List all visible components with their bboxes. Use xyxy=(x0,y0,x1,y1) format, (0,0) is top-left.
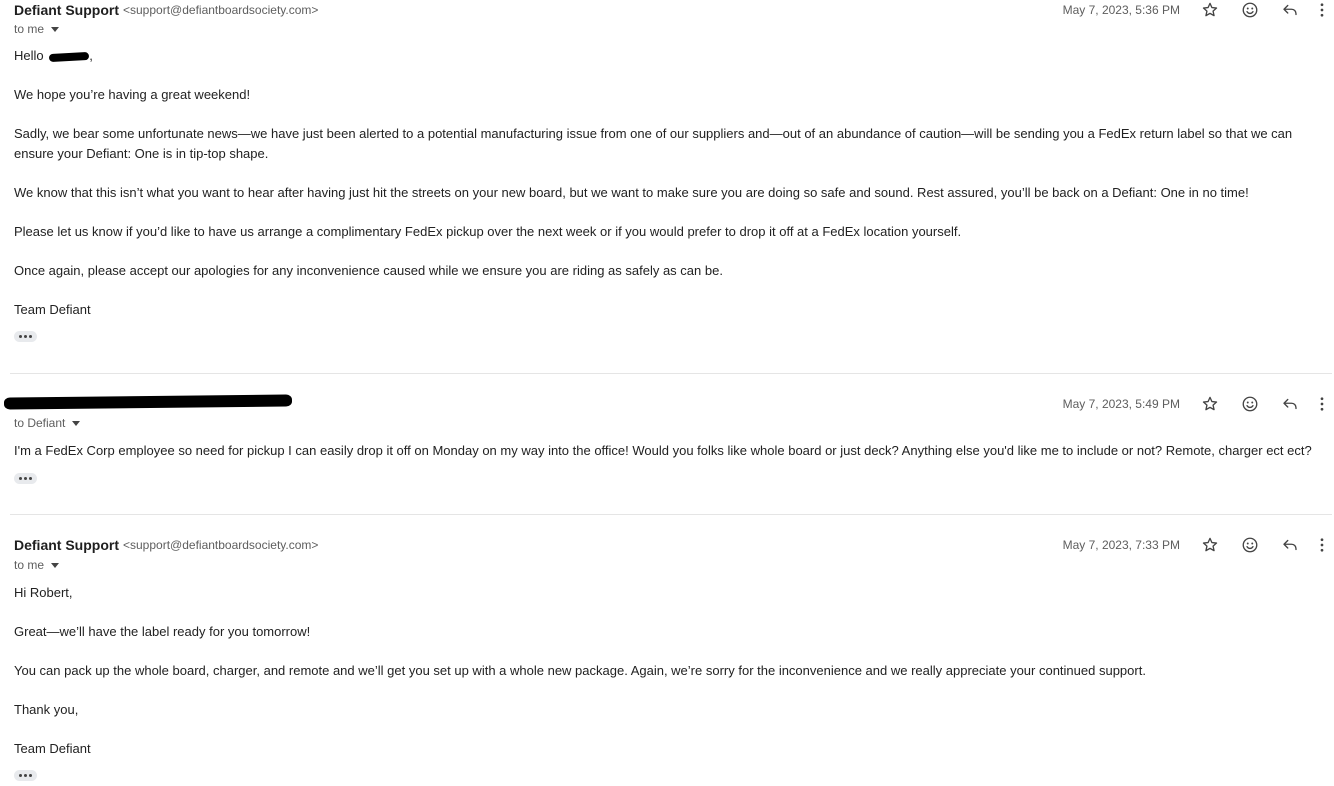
recipients-toggle[interactable]: to me xyxy=(14,20,60,38)
ellipsis-dot xyxy=(29,477,32,480)
message-2: to Defiant May 7, 2023, 5:49 PM I'm a Fe… xyxy=(0,374,1334,514)
message-date[interactable]: May 7, 2023, 5:36 PM xyxy=(1063,3,1180,17)
greeting-line: Hi Robert, xyxy=(14,585,73,600)
message-header: Defiant Support <support@defiantboardsoc… xyxy=(14,535,318,555)
signature: Team Defiant xyxy=(14,301,91,317)
ellipsis-dot xyxy=(29,774,32,777)
more-vert-icon[interactable] xyxy=(1310,0,1334,20)
ellipsis-icon xyxy=(19,477,22,480)
body-paragraph: I'm a FedEx Corp employee so need for pi… xyxy=(14,443,1312,458)
chevron-down-icon[interactable] xyxy=(51,563,60,568)
body-paragraph: Once again, please accept our apologies … xyxy=(14,262,723,278)
ellipsis-icon xyxy=(19,335,22,338)
message-1: Defiant Support <support@defiantboardsoc… xyxy=(0,0,1334,372)
star-icon[interactable] xyxy=(1190,394,1230,414)
more-vert-icon[interactable] xyxy=(1310,394,1334,414)
greeting-line: Hello , xyxy=(14,46,1332,66)
email-thread: Defiant Support <support@defiantboardsoc… xyxy=(0,0,1334,786)
chevron-down-icon[interactable] xyxy=(51,27,60,32)
body-paragraph: Thank you, xyxy=(14,702,79,717)
emoji-icon[interactable] xyxy=(1230,394,1270,414)
signature: Team Defiant xyxy=(14,741,91,756)
recipients-label: to Defiant xyxy=(14,416,66,430)
recipients-toggle[interactable]: to Defiant xyxy=(14,414,81,432)
greeting-prefix: Hello xyxy=(14,48,44,63)
show-trimmed-content-button[interactable] xyxy=(14,473,37,484)
emoji-icon[interactable] xyxy=(1230,535,1270,555)
message-body: Hello , We hope you’re having a great we… xyxy=(14,46,1332,319)
body-paragraph: You can pack up the whole board, charger… xyxy=(14,663,1146,678)
message-3: Defiant Support <support@defiantboardsoc… xyxy=(0,515,1334,786)
message-date[interactable]: May 7, 2023, 7:33 PM xyxy=(1063,538,1180,552)
ellipsis-dot xyxy=(24,774,27,777)
emoji-icon[interactable] xyxy=(1230,0,1270,20)
redaction-mark xyxy=(49,51,90,62)
show-trimmed-content-button[interactable] xyxy=(14,770,37,781)
ellipsis-dot xyxy=(24,477,27,480)
reply-icon[interactable] xyxy=(1270,535,1310,555)
recipients-label: to me xyxy=(14,558,45,572)
message-actions: May 7, 2023, 5:36 PM xyxy=(1063,0,1334,20)
recipients-label: to me xyxy=(14,22,45,36)
body-paragraph: We hope you’re having a great weekend! xyxy=(14,87,251,102)
recipients-toggle[interactable]: to me xyxy=(14,556,60,574)
sender-name[interactable]: Defiant Support xyxy=(14,537,119,553)
ellipsis-icon xyxy=(19,774,22,777)
body-paragraph: Sadly, we bear some unfortunate news—we … xyxy=(14,126,1293,161)
ellipsis-dot xyxy=(29,335,32,338)
star-icon[interactable] xyxy=(1190,535,1230,555)
message-body: Hi Robert, Great—we’ll have the label re… xyxy=(14,583,1332,759)
greeting-suffix: , xyxy=(89,48,93,63)
message-header: Defiant Support <support@defiantboardsoc… xyxy=(14,0,318,20)
message-actions: May 7, 2023, 5:49 PM xyxy=(1063,394,1334,414)
body-paragraph: Great—we’ll have the label ready for you… xyxy=(14,624,311,639)
more-vert-icon[interactable] xyxy=(1310,535,1334,555)
show-trimmed-content-button[interactable] xyxy=(14,331,37,342)
message-body: I'm a FedEx Corp employee so need for pi… xyxy=(14,441,1332,461)
body-paragraph: Please let us know if you’d like to have… xyxy=(14,223,962,239)
ellipsis-dot xyxy=(24,335,27,338)
redacted-sender xyxy=(3,394,293,410)
message-date[interactable]: May 7, 2023, 5:49 PM xyxy=(1063,397,1180,411)
message-actions: May 7, 2023, 7:33 PM xyxy=(1063,535,1334,555)
reply-icon[interactable] xyxy=(1270,394,1310,414)
body-paragraph: We know that this isn’t what you want to… xyxy=(14,184,1249,200)
chevron-down-icon[interactable] xyxy=(72,421,81,426)
reply-icon[interactable] xyxy=(1270,0,1310,20)
star-icon[interactable] xyxy=(1190,0,1230,20)
sender-name[interactable]: Defiant Support xyxy=(14,2,119,18)
sender-email: <support@defiantboardsociety.com> xyxy=(123,3,319,17)
sender-email: <support@defiantboardsociety.com> xyxy=(123,538,319,552)
